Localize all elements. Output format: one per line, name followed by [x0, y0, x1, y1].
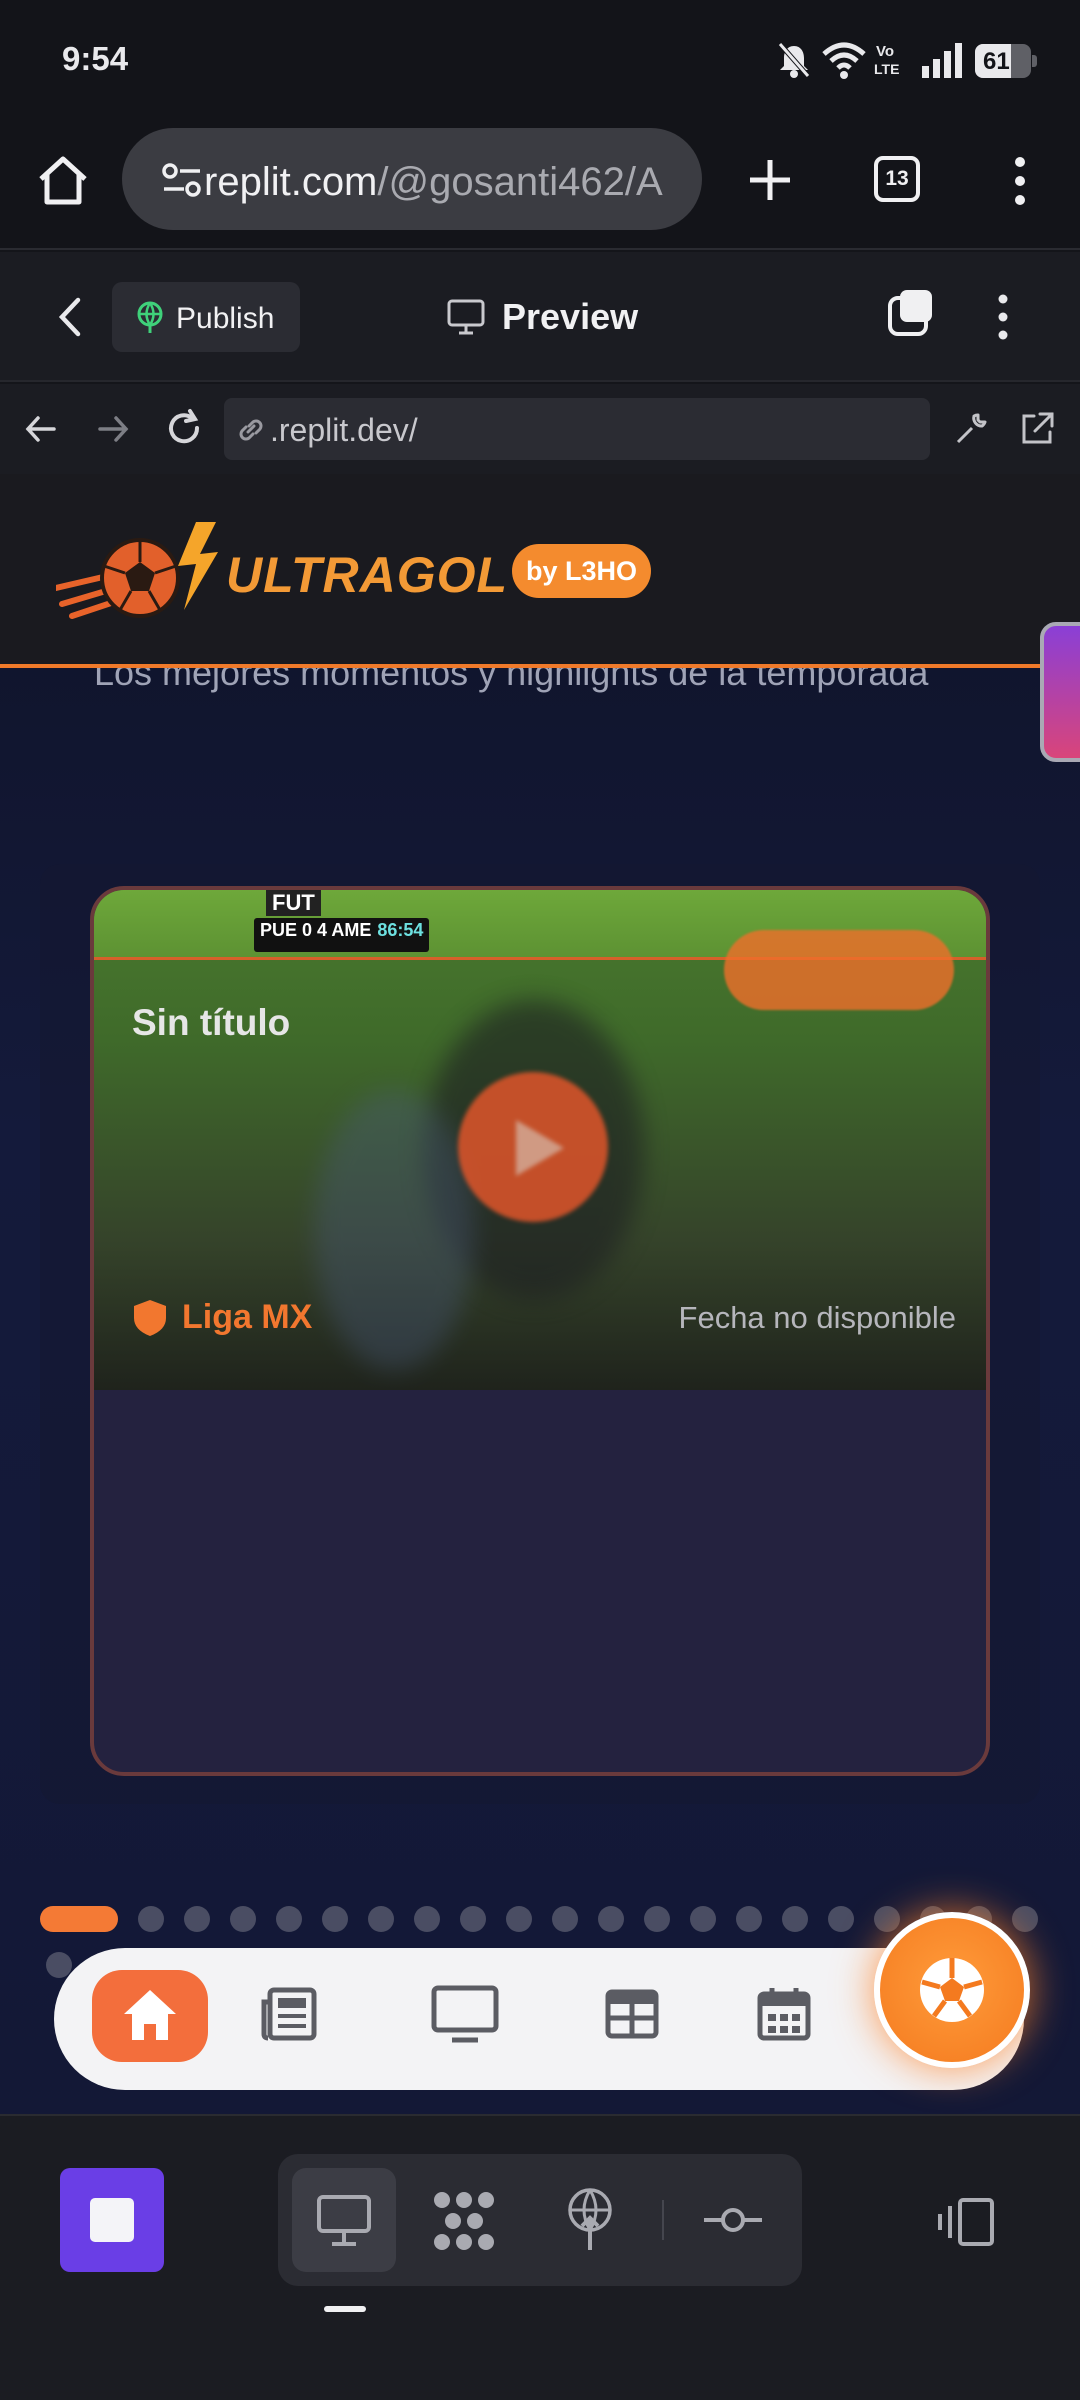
soccer-fab-button[interactable] — [874, 1912, 1030, 2068]
panel-layout-icon[interactable] — [936, 2196, 1000, 2248]
web-page: Los mejores momentos y highlights de la … — [0, 474, 1080, 2114]
play-icon — [516, 1120, 564, 1176]
carousel-dot[interactable] — [230, 1906, 256, 1932]
url-domain: replit.com — [204, 160, 378, 204]
scoreboard-clock: 86:54 — [377, 920, 424, 940]
tv-icon[interactable] — [430, 1984, 500, 2044]
open-external-icon[interactable] — [1018, 410, 1056, 448]
carousel-dot[interactable] — [460, 1906, 486, 1932]
side-floating-tab[interactable] — [1040, 622, 1080, 762]
nav-home-button[interactable] — [92, 1970, 208, 2062]
svg-text:LTE: LTE — [874, 61, 899, 77]
shield-icon — [134, 1300, 166, 1336]
publish-label: Publish — [176, 302, 275, 335]
workflows-icon[interactable] — [432, 2190, 496, 2252]
back-chevron-icon[interactable] — [54, 296, 84, 338]
carousel-dot-active[interactable] — [40, 1906, 118, 1932]
publish-globe-icon — [137, 301, 163, 333]
extras-button[interactable] — [724, 930, 954, 1010]
svg-text:Vo: Vo — [876, 43, 894, 60]
wifi-icon — [822, 42, 866, 79]
more-options-icon[interactable] — [990, 292, 1016, 342]
mute-notifications-icon — [778, 42, 810, 78]
reload-icon[interactable] — [164, 408, 204, 448]
webview-navigation: .replit.dev/ — [0, 384, 1080, 474]
tab-switcher-button[interactable]: 13 — [874, 156, 920, 202]
battery-level: 61 — [983, 48, 1010, 75]
carousel-dot[interactable] — [414, 1906, 440, 1932]
tabs-stack-icon[interactable] — [886, 288, 936, 338]
soccer-ball-logo-icon[interactable] — [56, 518, 232, 628]
broadcast-tag: FUT — [266, 890, 321, 916]
webview-address-text: .replit.dev/ — [270, 412, 418, 448]
home-icon[interactable] — [36, 154, 90, 208]
toolbar-divider — [662, 2200, 664, 2240]
deploy-icon[interactable] — [564, 2188, 616, 2252]
scoreboard: PUE 0 4 AME 86:54 — [254, 918, 430, 952]
preview-tool-button[interactable] — [292, 2168, 396, 2272]
publish-button[interactable]: Publish — [112, 282, 300, 352]
site-logo-text: ULTRAGOL — [226, 547, 509, 603]
site-settings-icon[interactable] — [162, 162, 202, 198]
carousel-dot[interactable] — [644, 1906, 670, 1932]
status-bar: 9:54 Vo LTE 61 — [0, 0, 1080, 120]
carousel-dot[interactable] — [46, 1952, 72, 1978]
back-arrow-icon[interactable] — [24, 412, 58, 446]
url-bar[interactable]: replit.com/@gosanti462/A — [122, 128, 702, 230]
browser-toolbar: replit.com/@gosanti462/A 13 — [0, 120, 1080, 250]
grid-icon[interactable] — [602, 1984, 662, 2044]
stop-agent-button[interactable] — [60, 2168, 164, 2272]
carousel-dot[interactable] — [736, 1906, 762, 1932]
carousel-dot[interactable] — [322, 1906, 348, 1932]
carousel-dot[interactable] — [782, 1906, 808, 1932]
site-header: ULTRAGOL by L3HO — [0, 474, 1080, 668]
replit-bottom-bar — [0, 2114, 1080, 2400]
author-badge: by L3HO — [512, 544, 652, 598]
card-date: Fecha no disponible — [678, 1300, 956, 1335]
url-path: /@gosanti462/A — [377, 160, 663, 204]
carousel-dot[interactable] — [598, 1906, 624, 1932]
status-time: 9:54 — [62, 40, 129, 77]
devtools-wrench-icon[interactable] — [952, 410, 990, 448]
preview-label: Preview — [502, 296, 639, 337]
home-icon — [124, 1990, 176, 2040]
carousel-dot[interactable] — [552, 1906, 578, 1932]
news-icon[interactable] — [260, 1984, 320, 2044]
url-text: replit.com/@gosanti462/A — [204, 160, 684, 205]
workspace-tools — [278, 2154, 802, 2286]
calendar-icon[interactable] — [754, 1984, 814, 2044]
monitor-icon — [317, 2195, 371, 2246]
carousel-dot[interactable] — [1012, 1906, 1038, 1932]
scoreboard-teams: PUE 0 4 AME — [260, 920, 372, 940]
carousel-dot[interactable] — [138, 1906, 164, 1932]
soccer-ball-icon — [920, 1958, 984, 2022]
stop-icon — [90, 2198, 134, 2242]
play-button[interactable] — [458, 1072, 608, 1222]
replit-header: Publish Preview — [0, 252, 1080, 382]
active-tool-indicator — [324, 2306, 366, 2312]
signal-icon — [922, 43, 962, 78]
carousel-dot[interactable] — [690, 1906, 716, 1932]
more-menu-icon[interactable] — [1006, 156, 1034, 206]
player-silhouette-2 — [314, 1090, 474, 1370]
highlight-card[interactable]: FUT PUE 0 4 AME 86:54 Sin título Liga MX … — [90, 886, 990, 1776]
carousel-dot[interactable] — [368, 1906, 394, 1932]
carousel-dot[interactable] — [276, 1906, 302, 1932]
webview-address-field[interactable]: .replit.dev/ — [224, 398, 930, 460]
new-tab-icon[interactable] — [746, 156, 794, 204]
card-title: Sin título — [132, 1002, 291, 1043]
link-icon — [239, 419, 263, 441]
volte-icon: Vo LTE — [874, 43, 899, 77]
battery-indicator: 61 — [975, 44, 1037, 78]
carousel-dot[interactable] — [184, 1906, 210, 1932]
carousel-dot[interactable] — [874, 1906, 900, 1932]
league-name: Liga MX — [182, 1298, 313, 1336]
carousel-dot[interactable] — [828, 1906, 854, 1932]
forward-arrow-icon[interactable] — [96, 412, 130, 446]
video-thumbnail[interactable]: FUT PUE 0 4 AME 86:54 Sin título Liga MX … — [94, 890, 986, 1390]
monitor-icon — [447, 299, 485, 335]
carousel-dot[interactable] — [506, 1906, 532, 1932]
git-commit-icon[interactable] — [702, 2204, 764, 2236]
